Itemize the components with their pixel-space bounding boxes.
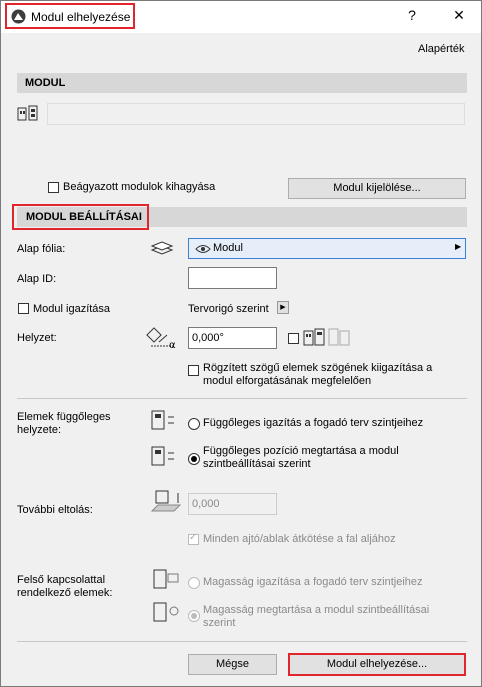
angle-input[interactable]: 0,000°	[188, 327, 277, 349]
align-mode-arrow-icon[interactable]: ▶	[277, 301, 289, 314]
help-button[interactable]: ?	[398, 7, 426, 23]
close-button[interactable]: ✕	[445, 7, 473, 24]
rotation-angle-icon: α	[146, 327, 176, 351]
adjust-angles-label: Rögzített szögű elemek szögének kiigazít…	[203, 362, 433, 387]
base-id-label: Alap ID:	[17, 273, 57, 285]
base-id-input[interactable]	[188, 267, 277, 289]
position-label: Helyzet:	[17, 332, 57, 344]
relink-label: Minden ajtó/ablak átkötése a fal aljához	[203, 533, 396, 545]
align-module-checkbox[interactable]	[18, 303, 29, 314]
layers-icon	[150, 241, 174, 255]
app-logo-icon	[11, 9, 26, 24]
vertical-align-icon	[151, 410, 174, 430]
window-title: Modul elhelyezése	[31, 10, 131, 24]
settings-section-title: MODUL BEÁLLÍTÁSAI	[12, 204, 149, 230]
mirror-checkbox[interactable]	[288, 333, 299, 344]
cancel-button[interactable]: Mégse	[188, 654, 277, 675]
vertical-position-label: Elemek függőleges helyzete:	[17, 411, 111, 436]
top-linked-option1-radio[interactable]	[188, 577, 200, 589]
dropdown-arrow-icon: ▶	[455, 242, 462, 251]
offset-icon	[150, 490, 182, 512]
vertical-option1-radio[interactable]	[188, 418, 200, 430]
offset-input[interactable]: 0,000	[188, 493, 277, 515]
base-layer-dropdown[interactable]: Modul ▶	[188, 238, 466, 259]
adjust-angles-checkbox[interactable]	[188, 365, 199, 376]
eye-icon	[195, 245, 211, 253]
skip-nested-checkbox[interactable]	[48, 182, 59, 193]
module-path-field	[47, 103, 465, 125]
base-layer-label: Alap fólia:	[17, 243, 66, 255]
base-layer-value: Modul	[213, 242, 243, 254]
footer-separator	[17, 641, 467, 642]
vertical-option2-label: Függőleges pozíció megtartása a modul sz…	[203, 445, 399, 470]
vertical-option1-label: Függőleges igazítás a fogadó terv szintj…	[203, 417, 424, 429]
skip-nested-label: Beágyazott modulok kihagyása	[63, 181, 216, 193]
top-linked-keep-icon	[153, 602, 179, 622]
mirror-icon	[303, 328, 350, 346]
modul-section-header: MODUL	[17, 73, 467, 93]
title-bar: Modul elhelyezése ? ✕	[1, 1, 481, 33]
relink-checkbox[interactable]	[188, 532, 199, 545]
top-linked-option1-label: Magasság igazítása a fogadó terv szintje…	[203, 576, 423, 588]
defaults-link[interactable]: Alapérték	[418, 43, 464, 55]
top-linked-label: Felső kapcsolattal rendelkező elemek:	[17, 574, 113, 599]
svg-text:α: α	[169, 340, 176, 351]
separator	[17, 398, 467, 399]
dialog-window: Modul elhelyezése ? ✕ Alapérték MODUL Be…	[0, 0, 482, 687]
place-module-button[interactable]: Modul elhelyezése...	[288, 653, 466, 676]
module-icon	[17, 105, 38, 121]
offset-label: További eltolás:	[17, 504, 93, 516]
top-linked-align-icon	[153, 569, 179, 589]
vertical-keep-icon	[151, 446, 174, 466]
top-linked-option2-radio[interactable]	[188, 610, 200, 622]
align-module-label: Modul igazítása	[33, 303, 111, 315]
select-module-button[interactable]: Modul kijelölése...	[288, 178, 466, 199]
align-mode-label: Tervorigó szerint	[188, 303, 269, 315]
vertical-option2-radio[interactable]	[188, 453, 200, 465]
top-linked-option2-label: Magasság megtartása a modul szintbeállít…	[203, 604, 430, 629]
